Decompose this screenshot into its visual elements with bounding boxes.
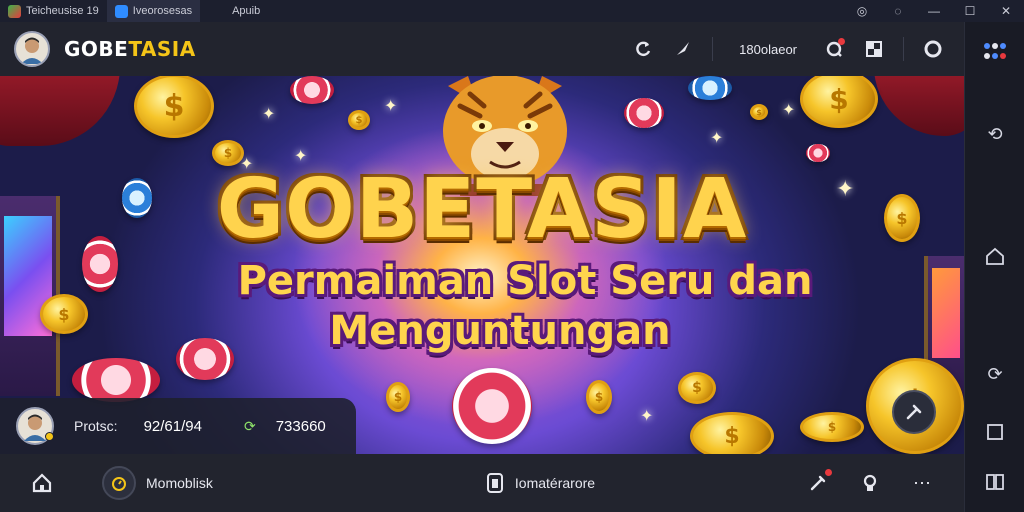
home-icon[interactable]	[22, 463, 62, 503]
poker-chip-decoration	[290, 76, 334, 104]
bottom-bar: Momoblisk Iomatérarore ⋯	[0, 454, 964, 512]
layout-icon[interactable]	[857, 32, 891, 66]
poker-chip-decoration	[452, 368, 532, 444]
rocket-icon[interactable]	[666, 32, 700, 66]
more-icon[interactable]: ⋯	[902, 463, 942, 503]
status-dot	[45, 432, 54, 441]
apps-icon[interactable]	[965, 32, 1024, 72]
avatar[interactable]	[14, 31, 50, 67]
app-icon	[8, 4, 21, 18]
tab-main[interactable]: Teicheusise 19	[0, 0, 107, 22]
player-score: 733660	[275, 417, 326, 435]
edit-button[interactable]	[892, 390, 936, 434]
poker-chip-decoration	[72, 358, 160, 402]
maximize-icon[interactable]: ☐	[952, 0, 988, 22]
curtain-decoration	[874, 76, 964, 136]
sparkle-decoration: ✦	[782, 102, 796, 119]
curtain-decoration	[0, 76, 120, 146]
poker-chip-decoration	[624, 98, 664, 128]
square-icon[interactable]	[965, 412, 1024, 452]
coin-decoration	[678, 372, 716, 404]
center-label: Iomatérarore	[514, 475, 596, 491]
coin-decoration	[750, 104, 768, 120]
coin-decoration	[800, 412, 864, 442]
sparkle-decoration: ✦	[710, 130, 724, 147]
app-header: GOBETASIA 180olaeor	[0, 22, 964, 76]
title-bar: Teicheusise 19 Iveorosesas Apuib ◎ ◌ — ☐…	[0, 0, 1024, 22]
clipboard-icon	[486, 473, 503, 493]
banner-subtitle-line2: Menguntungan	[329, 308, 671, 354]
tab-label: Iveorosesas	[132, 5, 193, 17]
coin-icon: ⟳	[243, 417, 256, 434]
app-window: Teicheusise 19 Iveorosesas Apuib ◎ ◌ — ☐…	[0, 0, 1024, 512]
player-value: 92/61/94	[143, 417, 202, 435]
coin-decoration	[386, 382, 410, 412]
coin-decoration	[40, 294, 88, 334]
coin-decoration	[800, 76, 878, 128]
bottom-actions: ⋯	[798, 463, 942, 503]
center-item[interactable]: Iomatérarore	[485, 472, 595, 494]
rotate-icon[interactable]: ⟳	[965, 354, 1024, 394]
right-sidebar: ⟲ ⟳	[964, 22, 1024, 512]
tab-third[interactable]: Apuib	[200, 0, 268, 22]
poker-chip-decoration	[688, 76, 732, 100]
close-icon[interactable]: ✕	[988, 0, 1024, 22]
player-avatar[interactable]	[16, 407, 54, 445]
brand-logo[interactable]: GOBETASIA	[64, 37, 196, 61]
help-icon[interactable]: ◎	[844, 0, 880, 22]
coin-decoration	[348, 110, 370, 130]
tab-active[interactable]: Iveorosesas	[106, 0, 201, 22]
poker-chip-decoration	[806, 144, 830, 162]
hammer-icon	[906, 404, 922, 420]
coin-decoration	[690, 412, 774, 454]
sparkle-decoration: ✦	[262, 106, 276, 123]
divider	[903, 37, 904, 61]
coin-decoration	[134, 76, 214, 138]
tools-icon[interactable]	[798, 463, 838, 503]
home-outline-icon[interactable]	[965, 236, 1024, 276]
settings-badge-icon[interactable]	[817, 32, 851, 66]
circle-icon[interactable]	[916, 32, 950, 66]
coin-decoration	[586, 380, 612, 414]
timer-label: Momoblisk	[146, 475, 213, 491]
sparkle-decoration: ✦	[384, 98, 398, 115]
avatar-icon	[21, 37, 43, 64]
timer-icon	[102, 466, 136, 500]
blue-square-icon	[114, 4, 128, 18]
player-panel: Protsc: 92/61/94 ⟳ 733660	[0, 398, 356, 454]
header-status-text: 180olaeor	[739, 41, 797, 57]
player-label: Protsc:	[74, 418, 118, 434]
divider	[712, 37, 714, 61]
chat-icon[interactable]: ◌	[880, 0, 916, 22]
brand-text-part2: TASIA	[128, 37, 196, 61]
minimize-icon[interactable]: —	[916, 0, 952, 22]
window-controls: ◎ ◌ — ☐ ✕	[844, 0, 1024, 22]
gamepad-icon[interactable]	[850, 463, 890, 503]
refresh-arrows-icon[interactable]: ⟲	[965, 114, 1024, 154]
brand-text-part1: GOBE	[64, 37, 129, 61]
timer-item[interactable]: Momoblisk	[102, 464, 213, 502]
refresh-icon[interactable]	[626, 32, 660, 66]
sparkle-decoration: ✦	[640, 408, 654, 425]
split-icon[interactable]	[965, 462, 1024, 502]
banner-title: GOBETASIA	[216, 162, 748, 257]
tab-label: Teicheusise 19	[26, 5, 99, 17]
header-actions: 180olaeor	[626, 32, 950, 66]
tab-label: Apuib	[232, 5, 261, 17]
banner-subtitle-line1: Permaiman Slot Seru dan	[237, 258, 813, 304]
